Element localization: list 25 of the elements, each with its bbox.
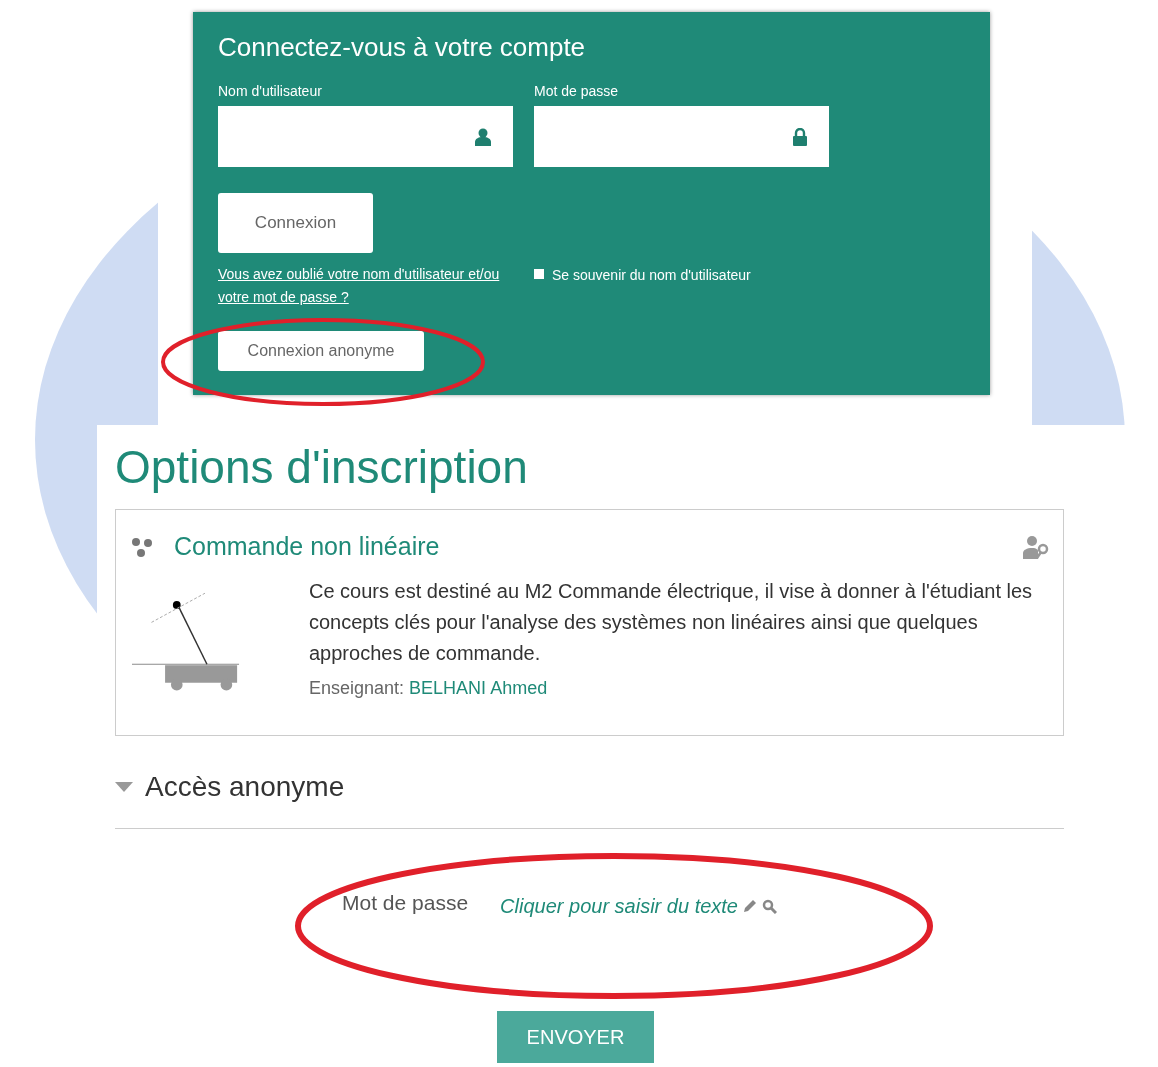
page-title: Options d'inscription: [115, 440, 529, 495]
input-field[interactable]: [534, 106, 829, 167]
section-header[interactable]: Accès anonyme: [115, 766, 1064, 829]
input-field[interactable]: [218, 106, 513, 167]
remember-checkbox[interactable]: [534, 269, 544, 279]
guest-login-button[interactable]: Connexion anonyme: [218, 331, 424, 371]
key-person-icon: [1023, 534, 1049, 559]
teacher-link[interactable]: BELHANI Ahmed: [409, 677, 548, 698]
login-title: Connectez-vous à votre compte: [218, 31, 587, 64]
forgot-link[interactable]: Vous avez oublié votre nom d'utilisateur et/ou votre mot de passe ?: [218, 263, 534, 309]
submit-button[interactable]: ENVOYER: [497, 1011, 654, 1063]
field-label: Nom d'utilisateur: [218, 82, 323, 100]
lock-icon: [793, 127, 807, 146]
course-title[interactable]: Commande non linéaire: [174, 528, 440, 566]
course-icon: [130, 535, 154, 558]
password-label: Mot de passe: [342, 890, 469, 916]
remember-label: Se souvenir du nom d'utilisateur: [552, 267, 751, 283]
search-icon: [762, 898, 777, 914]
login-button[interactable]: Connexion: [218, 193, 373, 253]
inline-text-field[interactable]: Cliquer pour saisir du texte: [500, 891, 777, 921]
teacher-label: Enseignant:: [309, 677, 405, 698]
user-icon: [475, 127, 491, 146]
pencil-icon: [742, 898, 758, 914]
course-summary: Ce cours est destiné au M2 Commande électrique, il vise à donner à l'étudiant les concepts clés pour l'analyse des systèmes non linéaires ainsi que quelques approches de commande.: [309, 578, 1034, 666]
field-label: Mot de passe: [534, 82, 620, 100]
